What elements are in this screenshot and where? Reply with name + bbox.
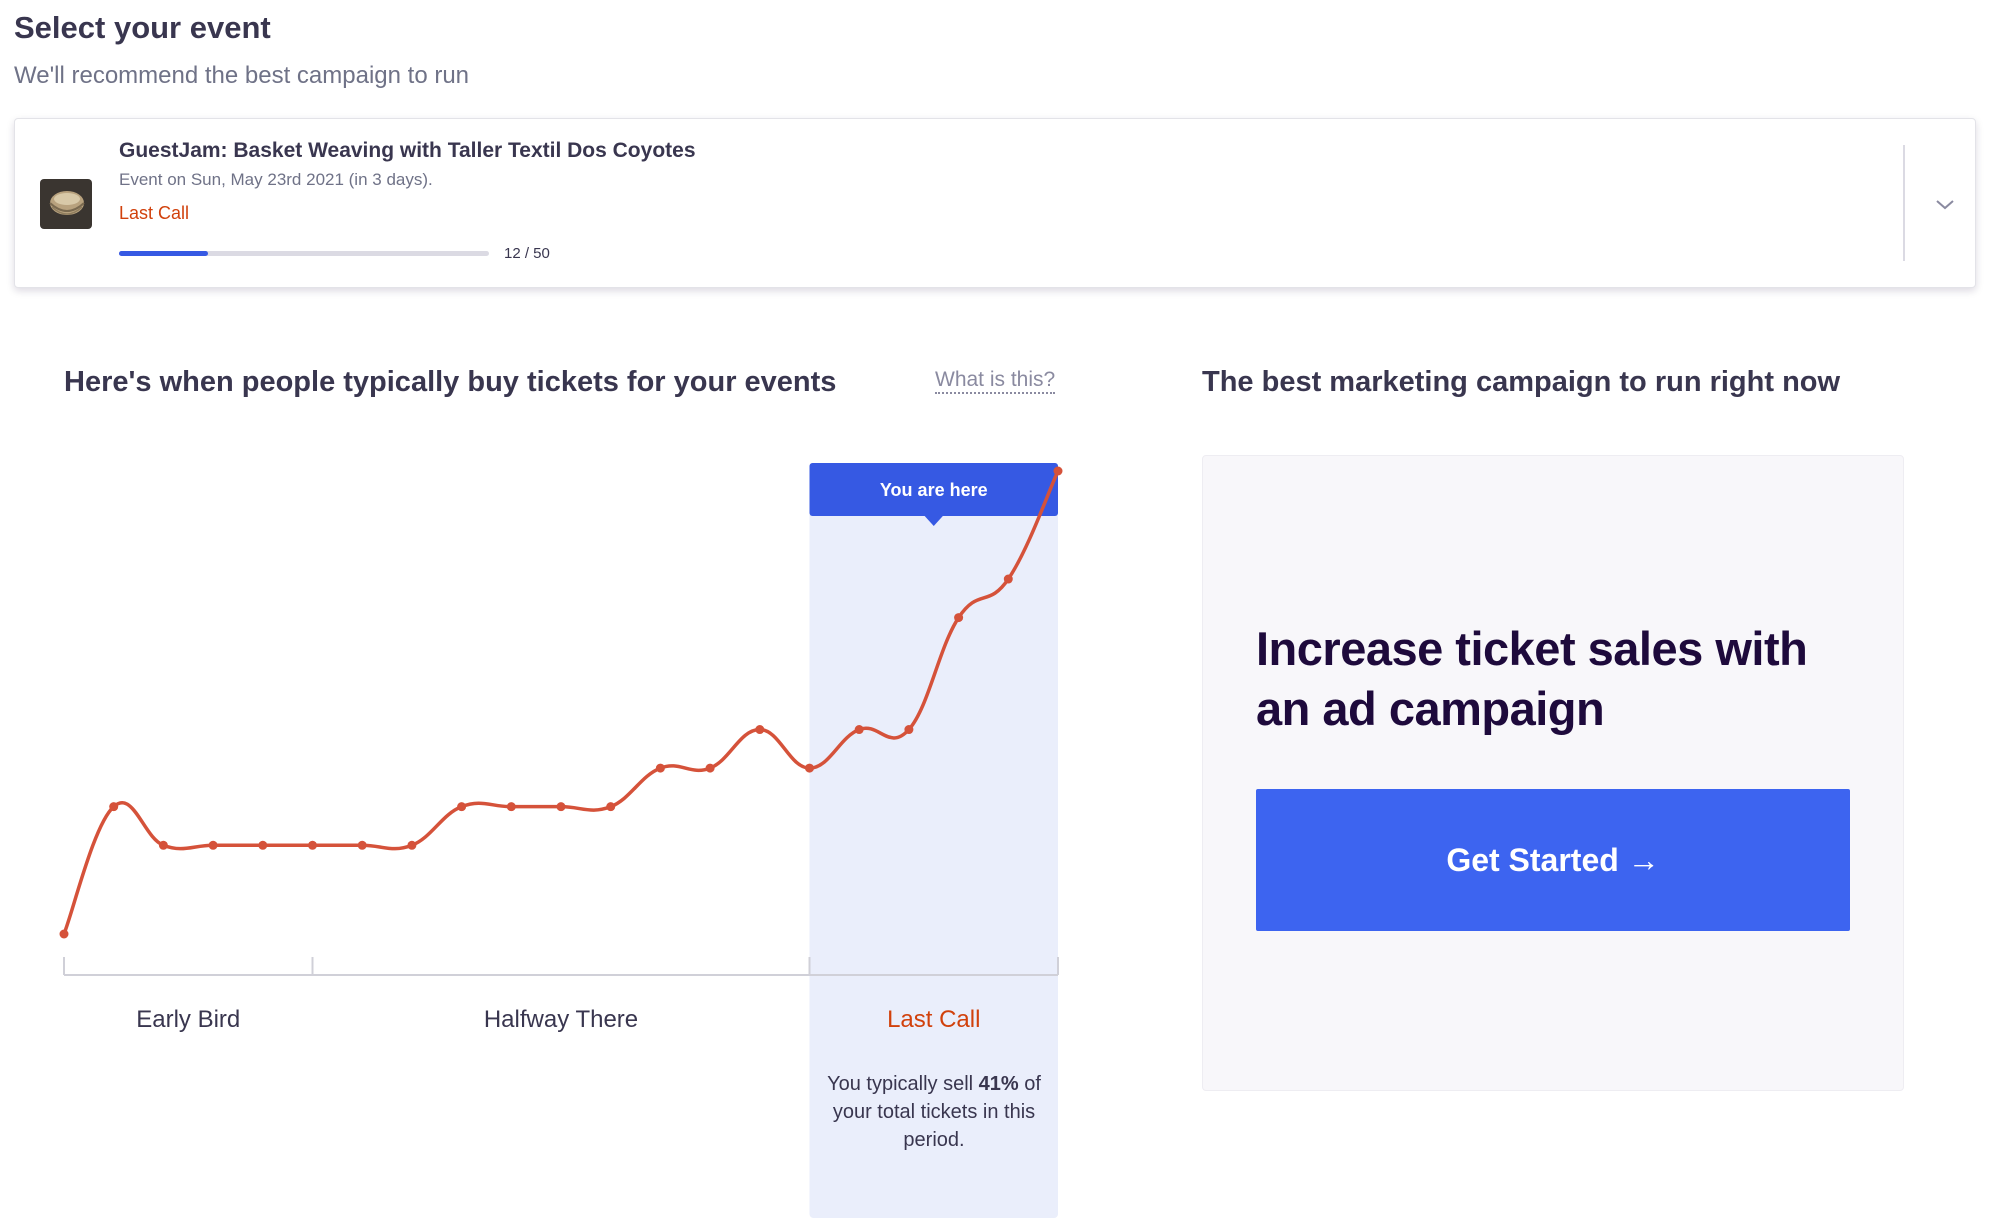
event-date: Event on Sun, May 23rd 2021 (in 3 days). [119, 170, 433, 189]
sales-point [954, 613, 964, 623]
sales-point [606, 802, 616, 812]
phase-label-halfway-there: Halfway There [483, 1006, 639, 1033]
sales-point [854, 725, 864, 735]
campaign-card: Increase ticket sales with an ad campaig… [1202, 455, 1904, 1091]
event-selector[interactable]: GuestJam: Basket Weaving with Taller Tex… [14, 118, 1976, 288]
sales-point [308, 840, 317, 850]
sales-point [805, 763, 814, 773]
sales-point [506, 802, 516, 812]
you-are-here-label: You are here [880, 480, 988, 500]
sales-point [457, 802, 467, 812]
sales-point [59, 929, 69, 939]
sales-point [109, 802, 119, 812]
chart-heading: Here's when people typically buy tickets… [64, 366, 837, 398]
sales-point [1003, 574, 1013, 584]
card-divider [1903, 145, 1905, 261]
sales-point [556, 802, 566, 812]
ticket-progress-bar [119, 251, 489, 256]
page-title: Select your event [14, 10, 271, 45]
sales-point [258, 840, 268, 850]
chevron-down-icon[interactable] [1933, 195, 1957, 215]
sales-point [208, 840, 218, 850]
event-name: GuestJam: Basket Weaving with Taller Tex… [119, 139, 696, 162]
what-is-this-link[interactable]: What is this? [935, 368, 1056, 394]
ticket-progress-fill [119, 251, 208, 256]
period-note: You typically sell 41% of your total tic… [810, 1070, 1058, 1154]
page-subtitle: We'll recommend the best campaign to run [14, 62, 470, 89]
phase-label-last-call: Last Call [887, 1006, 981, 1033]
sales-point [1053, 466, 1063, 476]
sales-point [655, 763, 665, 773]
period-note-prefix: You typically sell [827, 1073, 979, 1095]
campaign-title: Increase ticket sales with an ad campaig… [1256, 622, 1808, 735]
sales-point [357, 840, 367, 850]
event-status: Last Call [119, 203, 190, 223]
sales-point [705, 763, 715, 773]
period-note-percent: 41% [978, 1073, 1019, 1095]
campaign-heading: The best marketing campaign to run right… [1202, 366, 1841, 398]
sales-point [407, 840, 417, 850]
get-started-button[interactable]: Get Started → [1256, 789, 1850, 931]
event-thumbnail [40, 179, 92, 229]
sales-point [755, 725, 765, 735]
phase-label-early-bird: Early Bird [136, 1006, 241, 1033]
sales-point [904, 725, 914, 735]
ticket-count: 12 / 50 [504, 245, 550, 262]
sales-point [158, 840, 168, 850]
